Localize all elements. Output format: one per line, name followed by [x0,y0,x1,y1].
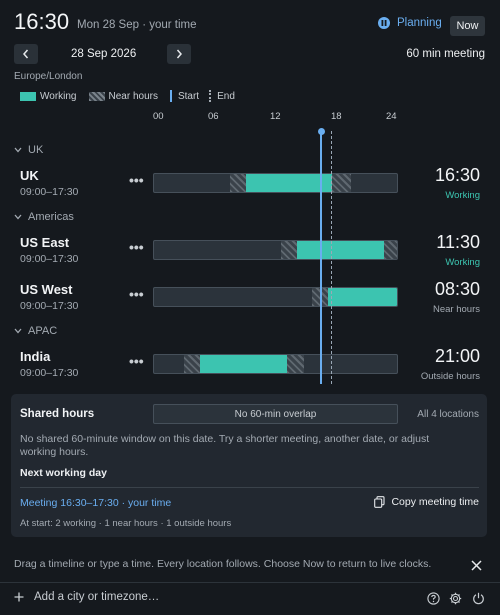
near-hours-segment [384,241,397,259]
working-segment [200,355,287,373]
legend-start-label: Start [177,90,200,102]
power-button[interactable] [472,592,485,610]
footer-divider [0,582,500,583]
more-options-icon[interactable]: ••• [129,286,144,302]
previous-day-button[interactable] [14,44,38,64]
close-icon [471,560,482,571]
more-options-icon[interactable]: ••• [129,172,144,188]
add-location-input[interactable]: Add a city or timezone… [14,591,159,603]
location-status: Near hours [433,304,480,315]
axis-tick-18: 18 [331,111,342,122]
axis-tick-12: 12 [270,111,281,122]
add-location-placeholder: Add a city or timezone… [34,591,160,603]
legend: Working Near hours Start End [20,90,235,102]
legend-near-label: Near hours [108,90,158,102]
legend-near-swatch [88,91,105,101]
meeting-time-link[interactable]: Meeting 16:30–17:30 · your time [20,497,171,509]
card-divider [20,487,479,488]
legend-end-label: End [217,90,235,102]
location-time: 21:00 [434,346,480,366]
near-hours-segment [230,174,246,192]
timeline-track-us-east[interactable] [153,240,398,260]
location-time: 16:30 [434,165,480,185]
more-options-icon[interactable]: ••• [129,353,144,369]
legend-working-label: Working [40,90,77,102]
chevron-right-icon [176,49,182,59]
group-header-americas[interactable]: Americas [14,211,74,223]
near-hours-segment [281,241,297,259]
help-icon [427,592,440,605]
group-label: Americas [28,211,74,223]
group-header-uk[interactable]: UK [14,144,43,156]
start-marker-line[interactable] [320,131,322,384]
settings-button[interactable] [449,592,462,610]
location-status: Working [445,190,480,201]
close-hint-button[interactable] [471,558,482,576]
date-line: Mon 28 Sep · your time [77,19,197,31]
location-time: 08:30 [434,279,480,299]
legend-working-swatch [20,91,36,101]
next-working-day-button[interactable]: Next working day [20,467,107,479]
pause-icon [378,17,390,29]
location-hours: 09:00–17:30 [20,186,79,198]
location-name: US East [20,235,70,250]
shared-hours-card: Shared hours No 60-min overlap All 4 loc… [11,394,487,537]
planning-label: Planning [397,17,442,29]
current-time: 16:30 [14,9,70,34]
location-name: US West [20,282,73,297]
timeline-track-india[interactable] [153,354,398,374]
hint-text: Drag a timeline or type a time. Every lo… [14,558,432,570]
at-start-summary: At start: 2 working · 1 near hours · 1 o… [20,518,232,529]
near-hours-segment [287,355,304,373]
legend-start-line [169,90,172,102]
plus-icon [14,592,24,602]
location-hours: 09:00–17:30 [20,253,79,265]
copy-icon [374,496,386,508]
axis-tick-06: 06 [208,111,219,122]
selected-date[interactable]: 28 Sep 2026 [71,48,136,60]
axis-tick-24: 24 [386,111,397,122]
axis-tick-00: 00 [153,111,164,122]
copy-meeting-time-button[interactable]: Copy meeting time [374,496,479,508]
overlap-message: No shared 60-minute window on this date.… [20,433,430,458]
home-timezone: Europe/London [14,71,83,82]
chevron-down-icon [14,147,22,153]
location-time: 11:30 [436,232,480,252]
legend-end-line [209,90,212,102]
timeline-track-uk[interactable] [153,173,398,193]
location-name: India [20,349,51,364]
timeline-track-us-west[interactable] [153,287,398,307]
location-name: UK [20,168,39,183]
working-segment [297,241,384,259]
overlap-indicator: No 60-min overlap [153,404,398,424]
chevron-down-icon [14,328,22,334]
now-button[interactable]: Now [450,16,485,36]
end-marker-line [331,131,332,384]
copy-meeting-time-label: Copy meeting time [391,496,479,508]
near-hours-segment [332,174,351,192]
chevron-left-icon [23,49,29,59]
locations-count: All 4 locations [417,409,479,420]
near-hours-segment [184,355,200,373]
planning-toggle[interactable]: Planning [378,17,442,29]
help-button[interactable] [427,592,440,610]
next-day-button[interactable] [167,44,191,64]
shared-hours-title: Shared hours [20,408,95,420]
location-hours: 09:00–17:30 [20,367,79,379]
gear-icon [449,592,462,605]
group-label: APAC [28,325,58,337]
working-segment [328,288,397,306]
location-status: Working [445,257,480,268]
location-hours: 09:00–17:30 [20,300,79,312]
chevron-down-icon [14,214,22,220]
more-options-icon[interactable]: ••• [129,239,144,255]
meeting-length[interactable]: 60 min meeting [406,48,485,60]
power-icon [473,592,484,605]
group-label: UK [28,144,44,156]
location-status: Outside hours [420,371,480,382]
group-header-apac[interactable]: APAC [14,325,57,337]
